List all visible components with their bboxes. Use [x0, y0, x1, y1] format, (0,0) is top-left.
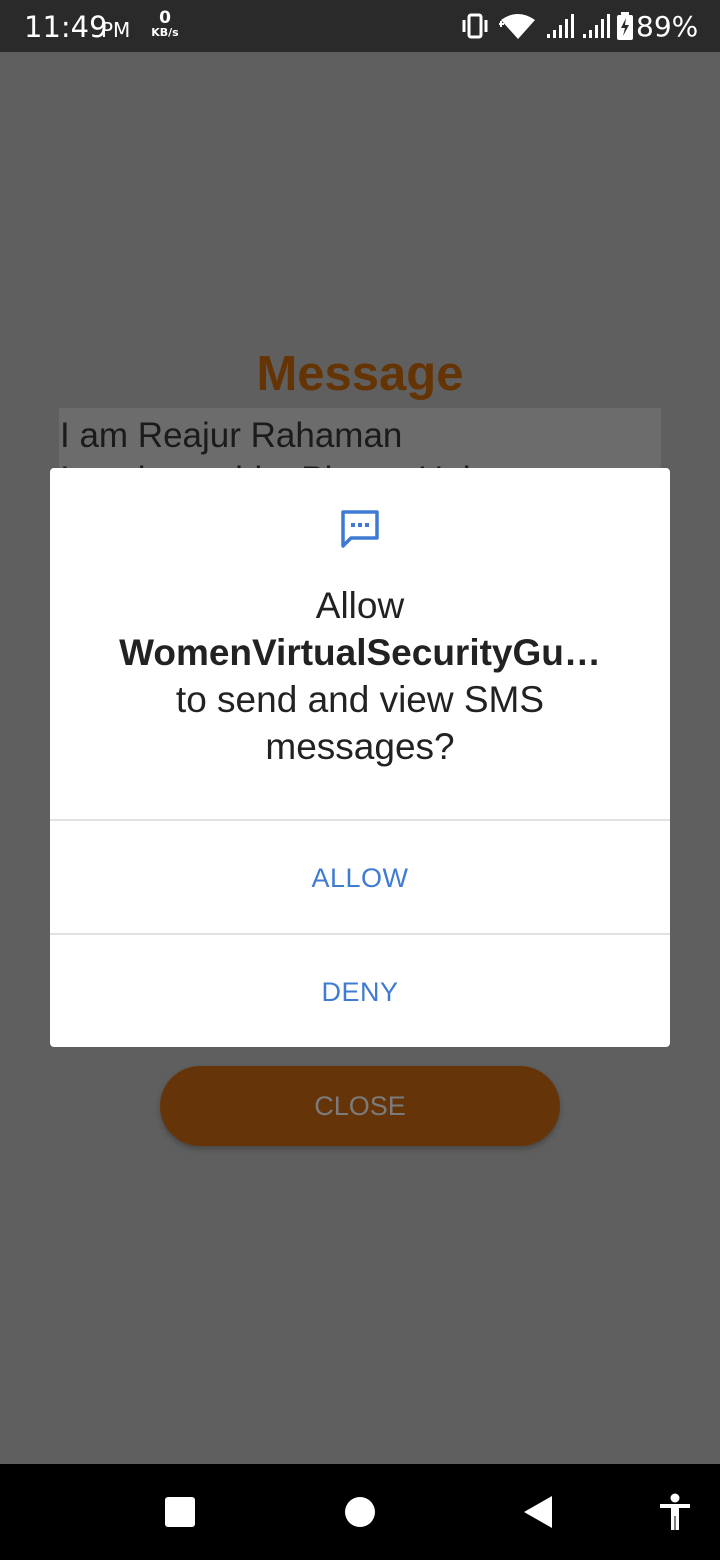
page-title: Message: [256, 347, 464, 401]
permission-line-allow: Allow: [315, 585, 405, 626]
accessibility-icon[interactable]: [658, 1493, 692, 1531]
battery-charging-icon: [617, 12, 633, 40]
divider: [50, 933, 670, 935]
allow-button[interactable]: ALLOW: [50, 822, 670, 934]
permission-line-request: to send and view SMS messages?: [175, 679, 545, 767]
recents-icon[interactable]: [165, 1497, 195, 1527]
deny-button[interactable]: DENY: [50, 936, 670, 1048]
signal-icon: [547, 14, 574, 38]
status-time: 11:49: [24, 10, 108, 44]
vibrate-icon: [462, 13, 488, 39]
navigation-bar: [0, 1464, 720, 1560]
status-ampm: PM: [101, 18, 131, 42]
network-speed: 0 KB/s: [150, 10, 180, 39]
permission-message: Allow WomenVirtualSecurityGu… to send an…: [90, 582, 630, 770]
wifi-icon: [499, 14, 535, 39]
permission-app-name: WomenVirtualSecurityGu…: [119, 632, 601, 673]
back-icon[interactable]: [522, 1495, 554, 1529]
signal-icon: [583, 14, 610, 38]
home-icon[interactable]: [345, 1497, 375, 1527]
sms-icon: [341, 510, 379, 548]
network-speed-value: 0: [159, 8, 171, 28]
close-button[interactable]: CLOSE: [160, 1066, 560, 1146]
permission-dialog: Allow WomenVirtualSecurityGu… to send an…: [50, 468, 670, 1047]
battery-percent: 89%: [636, 10, 699, 43]
divider: [50, 819, 670, 821]
network-speed-unit: KB/s: [151, 26, 179, 39]
status-bar: 11:49 PM 0 KB/s 89%: [0, 0, 720, 52]
